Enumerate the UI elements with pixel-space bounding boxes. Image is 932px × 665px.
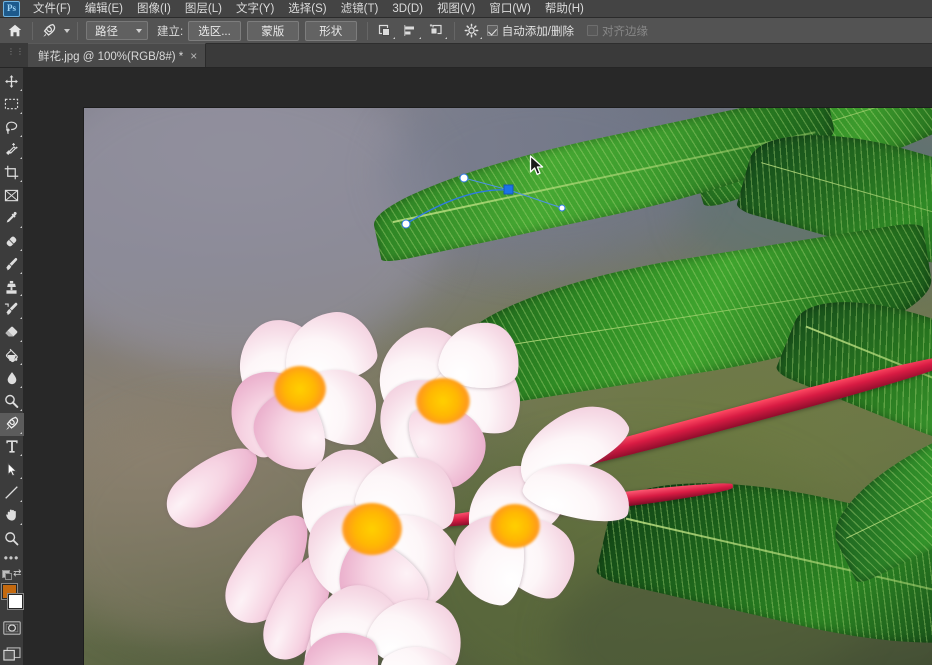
menu-window[interactable]: 窗口(W): [482, 0, 538, 18]
options-bar: 路径 建立: 选区... 蒙版 形状 自动添加/删除 对齐边缘: [0, 18, 932, 44]
make-selection-button[interactable]: 选区...: [188, 20, 241, 41]
menu-edit[interactable]: 编辑(E): [78, 0, 130, 18]
flower-center: [274, 366, 326, 412]
hand-tool[interactable]: [0, 504, 24, 527]
move-tool[interactable]: [0, 70, 24, 93]
menu-select[interactable]: 选择(S): [281, 0, 333, 18]
align-edges-checkbox[interactable]: 对齐边缘: [587, 23, 648, 39]
photoshop-window: Ps 文件(F) 编辑(E) 图像(I) 图层(L) 文字(Y) 选择(S) 滤…: [0, 0, 932, 665]
close-icon[interactable]: ×: [190, 50, 197, 62]
eyedropper-tool[interactable]: [0, 207, 24, 230]
menu-bar: Ps 文件(F) 编辑(E) 图像(I) 图层(L) 文字(Y) 选择(S) 滤…: [0, 0, 932, 18]
edit-toolbar-button[interactable]: •••: [0, 550, 24, 566]
make-label: 建立:: [157, 25, 184, 38]
document-tab[interactable]: 鲜花.jpg @ 100%(RGB/8#) * ×: [28, 43, 207, 67]
flower-center: [416, 378, 470, 424]
menu-layer[interactable]: 图层(L): [178, 0, 229, 18]
screen-mode-icon[interactable]: [0, 642, 24, 665]
spot-healing-brush-tool[interactable]: [0, 230, 24, 253]
make-mask-button[interactable]: 蒙版: [246, 20, 299, 41]
color-swatches: [0, 583, 24, 614]
tab-bar-gutter: ⋮⋮: [0, 43, 28, 67]
gear-icon[interactable]: [460, 20, 484, 42]
menu-filter[interactable]: 滤镜(T): [334, 0, 386, 18]
menu-file[interactable]: 文件(F): [26, 0, 78, 18]
image-canvas[interactable]: [84, 108, 932, 665]
quick-mask-icon[interactable]: [0, 616, 24, 639]
tools-panel: ••• ⇄: [0, 68, 24, 665]
checkbox-icon: [486, 25, 498, 36]
photo-content: [84, 108, 932, 665]
flower-cluster: [144, 218, 637, 665]
auto-add-delete-checkbox[interactable]: 自动添加/删除: [486, 23, 574, 39]
crop-tool[interactable]: [0, 161, 24, 184]
auto-add-delete-label: 自动添加/删除: [501, 25, 574, 38]
menu-view[interactable]: 视图(V): [430, 0, 482, 18]
path-mode-select[interactable]: 路径: [86, 21, 148, 40]
history-brush-tool[interactable]: [0, 298, 24, 321]
swap-colors-icon[interactable]: ⇄: [13, 568, 21, 579]
menu-image[interactable]: 图像(I): [130, 0, 178, 18]
zoom-tool[interactable]: [0, 527, 24, 550]
app-icon-label: Ps: [7, 3, 16, 13]
gradient-tool[interactable]: [0, 344, 24, 367]
align-edges-label: 对齐边缘: [602, 25, 648, 38]
brush-tool[interactable]: [0, 253, 24, 276]
pen-tool-icon[interactable]: [37, 20, 61, 42]
tool-preset-chevron-down-icon[interactable]: [61, 20, 73, 42]
options-separator-2: [77, 21, 78, 40]
document-tab-bar: ⋮⋮ 鲜花.jpg @ 100%(RGB/8#) * ×: [0, 43, 932, 68]
lasso-tool[interactable]: [0, 116, 24, 139]
blur-tool[interactable]: [0, 367, 24, 390]
type-tool[interactable]: [0, 436, 24, 459]
document-tab-title: 鲜花.jpg @ 100%(RGB/8#) *: [38, 50, 184, 63]
rectangular-marquee-tool[interactable]: [0, 93, 24, 116]
menu-type[interactable]: 文字(Y): [229, 0, 281, 18]
photoshop-app-icon[interactable]: Ps: [3, 0, 20, 17]
menu-help[interactable]: 帮助(H): [538, 0, 591, 18]
default-colors-bg-icon: [4, 572, 12, 580]
chevron-down-icon: [136, 28, 142, 33]
options-separator-4: [453, 21, 455, 40]
options-separator-3: [366, 21, 368, 40]
dodge-tool[interactable]: [0, 390, 24, 413]
pen-tool[interactable]: [0, 412, 24, 436]
path-alignment-icon[interactable]: [399, 20, 423, 42]
clone-stamp-tool[interactable]: [0, 276, 24, 299]
checkbox-icon: [587, 25, 598, 36]
path-mode-value: 路径: [95, 25, 118, 38]
path-operations-icon[interactable]: [373, 20, 397, 42]
options-separator-1: [32, 21, 33, 40]
make-shape-button[interactable]: 形状: [304, 20, 357, 41]
line-tool[interactable]: [0, 481, 24, 504]
default-and-swap-colors: ⇄: [0, 568, 24, 583]
home-icon[interactable]: [2, 19, 28, 43]
panel-grip-dots: ⋮⋮: [7, 47, 25, 56]
menu-3d[interactable]: 3D(D): [385, 0, 430, 18]
flower-center: [490, 504, 540, 548]
background-color-swatch[interactable]: [7, 593, 23, 609]
frame-tool[interactable]: [0, 184, 24, 207]
path-selection-tool[interactable]: [0, 458, 24, 481]
quick-selection-tool[interactable]: [0, 139, 24, 162]
canvas-workspace[interactable]: [24, 68, 932, 665]
flower-center: [342, 503, 402, 555]
eraser-tool[interactable]: [0, 321, 24, 344]
path-arrangement-icon[interactable]: [425, 20, 449, 42]
